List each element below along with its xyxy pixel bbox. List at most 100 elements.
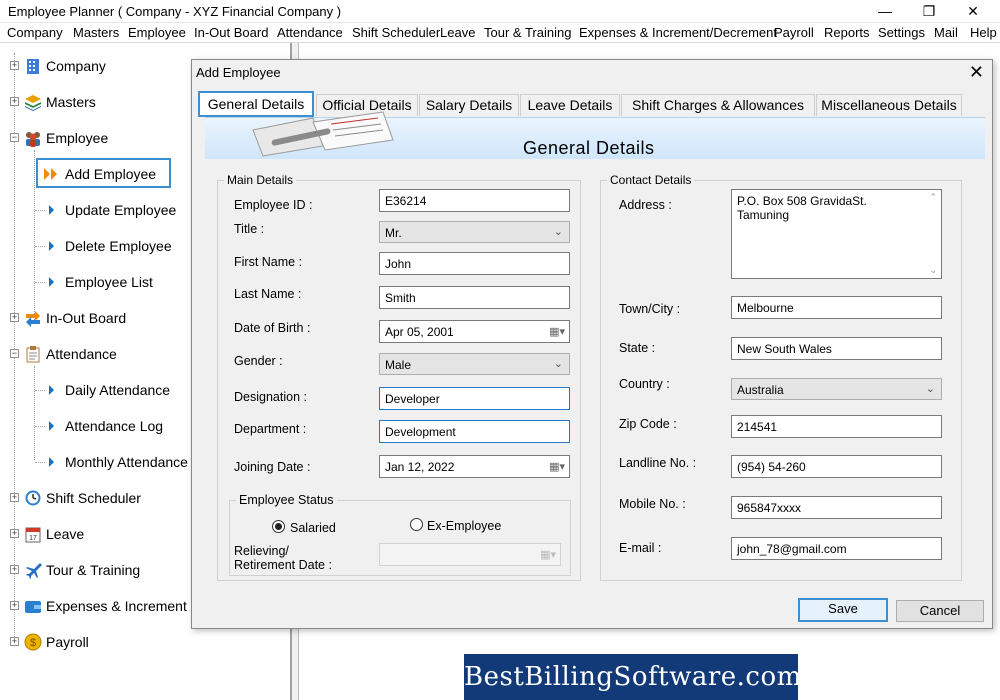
- state-field[interactable]: New South Wales: [731, 337, 942, 360]
- svg-text:17: 17: [29, 535, 37, 542]
- relieving-label: Relieving/: [234, 544, 289, 558]
- wallet-icon: [25, 601, 41, 613]
- arrow-right-icon: [49, 421, 54, 431]
- joining-datepicker[interactable]: Jan 12, 2022 ▦▾: [379, 455, 570, 478]
- expand-icon[interactable]: +: [10, 61, 19, 70]
- tree-label: Daily Attendance: [65, 382, 171, 398]
- banner-title: General Details: [523, 138, 655, 158]
- menu-mail[interactable]: Mail: [934, 25, 958, 40]
- window-title: Employee Planner ( Company - XYZ Financi…: [8, 4, 342, 19]
- scroll-up-icon[interactable]: ⌃: [929, 192, 937, 203]
- save-button[interactable]: Save: [798, 598, 888, 622]
- country-value: Australia: [737, 383, 784, 397]
- zip-field[interactable]: 214541: [731, 415, 942, 438]
- employee-id-field[interactable]: E36214: [379, 189, 570, 212]
- first-name-label: First Name :: [234, 255, 303, 269]
- tab-leave-details[interactable]: Leave Details: [520, 94, 620, 116]
- people-icon: [26, 132, 40, 147]
- collapse-icon[interactable]: −: [10, 133, 19, 142]
- menu-inout-board[interactable]: In-Out Board: [194, 25, 268, 40]
- menu-reports[interactable]: Reports: [824, 25, 870, 40]
- salaried-radio[interactable]: [272, 520, 285, 533]
- expand-icon[interactable]: +: [10, 601, 19, 610]
- dob-datepicker[interactable]: Apr 05, 2001 ▦▾: [379, 320, 570, 343]
- menu-leave[interactable]: Leave: [440, 25, 475, 40]
- section-banner: General Details: [205, 111, 985, 159]
- collapse-icon[interactable]: −: [10, 349, 19, 358]
- expand-icon[interactable]: +: [10, 529, 19, 538]
- landline-field[interactable]: (954) 54-260: [731, 455, 942, 478]
- town-field[interactable]: Melbourne: [731, 296, 942, 319]
- menu-bar: Company Masters Employee In-Out Board At…: [0, 23, 1000, 43]
- expand-icon[interactable]: +: [10, 313, 19, 322]
- maximize-icon[interactable]: ❐: [906, 0, 952, 23]
- menu-shift-scheduler[interactable]: Shift Scheduler: [352, 25, 440, 40]
- relieving-datepicker: ▦▾: [379, 543, 561, 566]
- first-name-field[interactable]: John: [379, 252, 570, 275]
- scroll-down-icon[interactable]: ⌄: [929, 265, 937, 276]
- ex-employee-radio[interactable]: [410, 518, 423, 531]
- address-textarea[interactable]: P.O. Box 508 GravidaSt. Tamuning ⌃ ⌄: [731, 189, 942, 279]
- double-arrow-icon: [44, 168, 57, 180]
- expand-icon[interactable]: +: [10, 565, 19, 574]
- state-label: State :: [619, 341, 656, 355]
- close-window-icon[interactable]: ✕: [950, 0, 996, 23]
- menu-company[interactable]: Company: [7, 25, 63, 40]
- menu-attendance[interactable]: Attendance: [277, 25, 343, 40]
- expand-icon[interactable]: +: [10, 493, 19, 502]
- menu-help[interactable]: Help: [970, 25, 997, 40]
- menu-masters[interactable]: Masters: [73, 25, 119, 40]
- chevron-down-icon: ⌄: [553, 358, 563, 370]
- close-icon[interactable]: ✕: [969, 62, 984, 83]
- menu-employee[interactable]: Employee: [128, 25, 186, 40]
- svg-text:$: $: [30, 637, 36, 649]
- title-label: Title :: [234, 222, 265, 236]
- tree-label: Company: [46, 58, 106, 74]
- tab-miscellaneous-details[interactable]: Miscellaneous Details: [816, 94, 962, 116]
- cancel-button[interactable]: Cancel: [896, 600, 984, 622]
- zip-label: Zip Code :: [619, 417, 677, 431]
- dialog-title: Add Employee: [196, 65, 281, 80]
- tree-label: Add Employee: [65, 166, 157, 182]
- email-field[interactable]: john_78@gmail.com: [731, 537, 942, 560]
- airplane-icon: [26, 563, 42, 579]
- country-select[interactable]: Australia ⌄: [731, 378, 942, 400]
- joining-value: Jan 12, 2022: [385, 460, 455, 474]
- last-name-label: Last Name :: [234, 287, 302, 301]
- tab-shift-charges[interactable]: Shift Charges & Allowances: [621, 94, 815, 116]
- calendar-dropdown-icon[interactable]: ▦▾: [549, 460, 565, 473]
- tree-label: Expenses & Increment: [46, 598, 187, 614]
- designation-field[interactable]: Developer: [379, 387, 570, 410]
- ex-employee-label: Ex-Employee: [427, 519, 502, 533]
- minimize-icon[interactable]: —: [862, 0, 908, 23]
- tree-label: Employee List: [65, 274, 153, 290]
- email-label: E-mail :: [619, 541, 662, 555]
- mobile-label: Mobile No. :: [619, 497, 686, 511]
- watermark-logo: BestBillingSoftware.com: [464, 654, 801, 700]
- tab-salary-details[interactable]: Salary Details: [419, 94, 519, 116]
- department-field[interactable]: Development: [379, 420, 570, 443]
- menu-tour-training[interactable]: Tour & Training: [484, 25, 571, 40]
- clipboard-icon: [26, 346, 40, 363]
- menu-settings[interactable]: Settings: [878, 25, 925, 40]
- title-bar: Employee Planner ( Company - XYZ Financi…: [0, 0, 1000, 23]
- address-line: P.O. Box 508 GravidaSt.: [737, 194, 867, 208]
- add-employee-dialog: Add Employee ✕ General Details Official …: [191, 59, 993, 629]
- tree-label: Leave: [46, 526, 85, 542]
- tab-general-details[interactable]: General Details: [198, 91, 314, 117]
- mobile-field[interactable]: 965847xxxx: [731, 496, 942, 519]
- calendar-dropdown-icon[interactable]: ▦▾: [549, 325, 565, 338]
- menu-expenses[interactable]: Expenses & Increment/Decrement: [579, 25, 777, 40]
- tree-label: Delete Employee: [65, 238, 172, 254]
- address-line: Tamuning: [737, 208, 790, 222]
- chevron-down-icon: ⌄: [553, 226, 563, 238]
- stack-icon: [25, 95, 41, 111]
- expand-icon[interactable]: +: [10, 97, 19, 106]
- menu-payroll[interactable]: Payroll: [774, 25, 814, 40]
- last-name-field[interactable]: Smith: [379, 286, 570, 309]
- title-select[interactable]: Mr. ⌄: [379, 221, 570, 243]
- designation-label: Designation :: [234, 390, 307, 404]
- expand-icon[interactable]: +: [10, 637, 19, 646]
- employee-id-label: Employee ID :: [234, 198, 313, 212]
- gender-select[interactable]: Male ⌄: [379, 353, 570, 375]
